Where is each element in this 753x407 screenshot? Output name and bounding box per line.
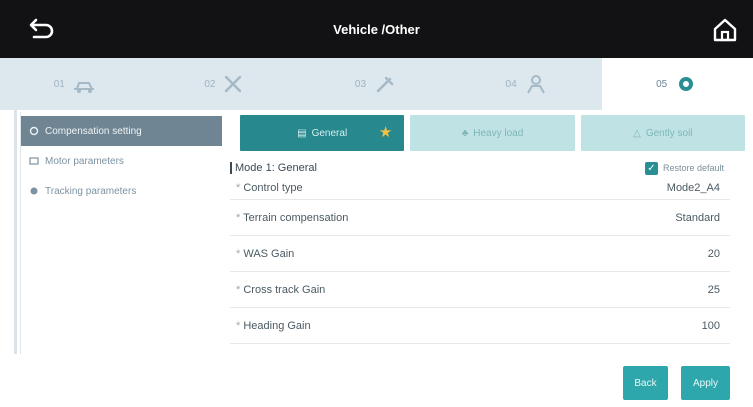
restore-default-label: Restore default [662, 163, 724, 173]
settings-icon [29, 126, 39, 136]
sidebar: Compensation setting Motor parameters Tr… [20, 112, 222, 354]
step-number: 04 [505, 78, 517, 90]
motor-icon [29, 156, 39, 166]
step-number: 03 [354, 78, 367, 90]
sidebar-item-compensation-setting[interactable]: Compensation setting [21, 116, 222, 146]
step-tab-person[interactable]: 04 [452, 58, 603, 110]
checkbox-checked-icon[interactable]: ✓ [644, 161, 658, 175]
param-row-heading-gain[interactable]: Heading Gain 100 [230, 308, 730, 344]
param-row-terrain-compensation[interactable]: Terrain compensation Standard [230, 200, 730, 236]
sidebar-item-label: Motor parameters [45, 155, 124, 167]
home-icon[interactable] [711, 16, 739, 44]
param-row-cross-track-gain[interactable]: Cross track Gain 25 [230, 272, 730, 308]
param-value: 25 [707, 283, 720, 296]
param-name: Terrain compensation [230, 212, 348, 224]
tools-icon [376, 76, 394, 93]
parameter-list: Control type Mode2_A4 Terrain compensati… [230, 176, 730, 344]
param-name: Control type [230, 182, 302, 194]
apply-button[interactable]: Apply [681, 366, 730, 400]
step-number: 01 [53, 78, 65, 90]
soil-icon: △ [633, 127, 641, 139]
step-tab-tools[interactable]: 03 [301, 58, 452, 110]
back-button[interactable]: Back [623, 366, 668, 400]
gear-icon [679, 77, 694, 91]
general-icon: ▤ [297, 127, 307, 139]
step-tabs: 01 02 03 04 05 [0, 58, 753, 110]
tab-label: Heavy load [473, 127, 524, 139]
mode-header: Mode 1: General ✓ Restore default [230, 158, 730, 178]
tab-label: General [311, 127, 348, 139]
back-icon[interactable] [28, 16, 56, 42]
tab-gently-soil[interactable]: △ Gently soil [580, 115, 745, 151]
top-bar: Vehicle /Other [0, 0, 753, 58]
tab-heavy-load[interactable]: ♣ Heavy load [410, 115, 575, 151]
vehicle-icon [73, 82, 94, 93]
restore-default-toggle[interactable]: ✓ Restore default [644, 161, 724, 175]
heavy-load-icon: ♣ [461, 127, 469, 139]
step-number: 02 [204, 78, 216, 90]
step-tab-gear[interactable]: 05 [602, 58, 753, 110]
param-value: Mode2_A4 [666, 181, 720, 194]
param-row-was-gain[interactable]: WAS Gain 20 [230, 236, 730, 272]
step-number: 05 [656, 78, 668, 90]
footer: Back Apply [0, 354, 753, 407]
tab-label: Gently soil [645, 127, 693, 139]
wrench-icon [225, 75, 242, 93]
param-value: 100 [701, 319, 720, 332]
person-icon [526, 75, 545, 94]
param-name: WAS Gain [230, 248, 294, 260]
star-icon: ★ [378, 124, 393, 141]
tracking-icon [29, 186, 39, 196]
sidebar-item-label: Tracking parameters [45, 185, 137, 197]
sidebar-item-tracking-parameters[interactable]: Tracking parameters [21, 176, 222, 206]
main-panel: ▤ General ★ ♣ Heavy load △ Gently soil M… [230, 110, 745, 354]
param-value: 20 [707, 247, 720, 260]
param-name: Heading Gain [230, 320, 310, 332]
page-title: Vehicle /Other [333, 21, 420, 37]
sidebar-item-label: Compensation setting [45, 125, 142, 137]
param-row-control-type[interactable]: Control type Mode2_A4 [230, 176, 730, 200]
tab-general[interactable]: ▤ General ★ [240, 115, 405, 151]
step-tab-vehicle[interactable]: 01 [0, 58, 151, 110]
step-tab-wrench[interactable]: 02 [151, 58, 302, 110]
mode-label: Mode 1: General [230, 162, 317, 174]
param-name: Cross track Gain [230, 284, 325, 296]
param-value: Standard [675, 211, 720, 224]
sidebar-item-motor-parameters[interactable]: Motor parameters [21, 146, 222, 176]
mode-tabs: ▤ General ★ ♣ Heavy load △ Gently soil [240, 115, 745, 153]
